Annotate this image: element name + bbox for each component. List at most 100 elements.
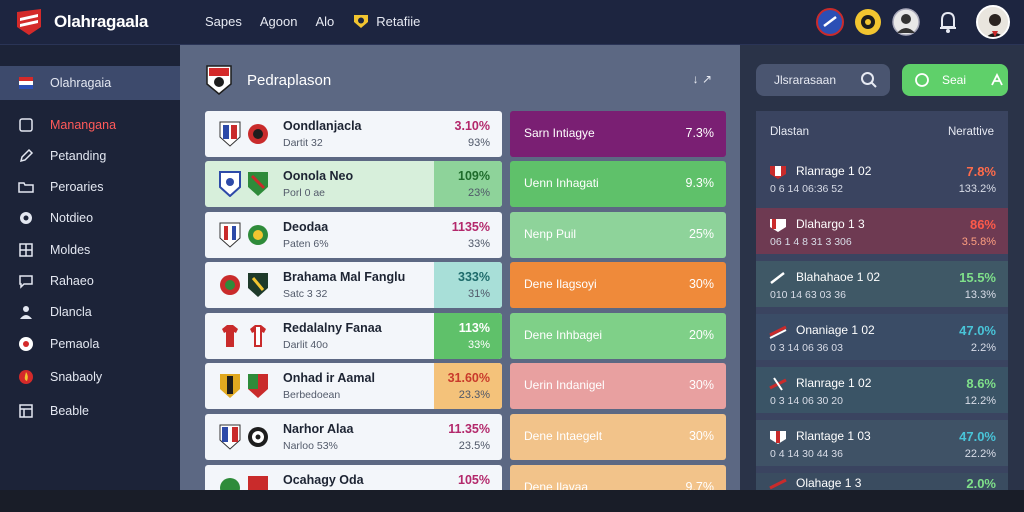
sidebar-item-peroaries[interactable]: Peroaries bbox=[0, 172, 180, 202]
gear-icon bbox=[20, 212, 32, 224]
table-row[interactable]: Rlanrage 1 02 0 6 14 06:36 52 7.8% 133.2… bbox=[756, 155, 1008, 201]
sidebar: Olahragaia Manangana Petanding Peroaries… bbox=[0, 45, 180, 490]
row-name: Rlanrage 1 02 bbox=[796, 164, 872, 178]
odds-label: Dene Intaegelt bbox=[524, 429, 603, 443]
odds-value: 30% bbox=[688, 429, 714, 443]
stats-table: Dlastan Nerattive Rlanrage 1 02 0 6 14 0… bbox=[756, 111, 1008, 490]
sidebar-item-moldes[interactable]: Moldes bbox=[0, 235, 180, 265]
table-row[interactable]: Olahage 1 3 2.0% bbox=[756, 473, 1008, 490]
match-row[interactable]: Onhad ir Aamal Berbedoean 31.60% 23.3% bbox=[205, 363, 502, 409]
odds-bar[interactable]: Sarn Intiagye 7.3% bbox=[510, 111, 726, 157]
odds-bar[interactable]: Uerin Indanigel 30% bbox=[510, 363, 726, 409]
match-row[interactable]: Deodaa Paten 6% 1135% 33% bbox=[205, 212, 502, 258]
match-sub: Paten 6% bbox=[283, 238, 329, 250]
sidebar-item-petanding[interactable]: Petanding bbox=[0, 141, 180, 171]
odds-label: Nenp Puil bbox=[524, 227, 577, 241]
nav-link-retafiie[interactable]: Retafiie bbox=[376, 14, 420, 29]
club-badge-icon[interactable] bbox=[816, 8, 844, 36]
odds-bar[interactable]: Uenn Inhagati 9.3% bbox=[510, 161, 726, 207]
row-name: Rlanrage 1 02 bbox=[796, 376, 872, 390]
sidebar-item-snabaoly[interactable]: Snabaoly bbox=[0, 362, 180, 392]
row-code: 0 3 14 06 30 20 bbox=[770, 395, 843, 407]
row-sub: 2.2% bbox=[970, 342, 996, 354]
table-row[interactable]: Blahahaoe 1 02 010 14 63 03 36 15.5% 13.… bbox=[756, 261, 1008, 307]
pct-box: 11.35% 23.5% bbox=[434, 414, 502, 460]
row-sub: 3.5.8% bbox=[961, 236, 996, 248]
nav-link-agoon[interactable]: Agoon bbox=[260, 14, 298, 29]
odds-bar[interactable]: Nenp Puil 25% bbox=[510, 212, 726, 258]
match-name: Onhad ir Aamal bbox=[283, 371, 375, 385]
brand[interactable]: Olahragaala bbox=[14, 6, 148, 38]
sidebar-item-label: Pemaola bbox=[50, 337, 100, 351]
trophy-badge-icon[interactable] bbox=[854, 8, 882, 36]
nav-link-sapes[interactable]: Sapes bbox=[205, 14, 242, 29]
chat-bubble-icon bbox=[915, 73, 929, 87]
match-pct: 113% bbox=[458, 321, 490, 335]
row-code: 0 4 14 30 44 36 bbox=[770, 448, 843, 460]
sidebar-item-olahragaia[interactable]: Olahragaia bbox=[0, 66, 180, 100]
match-pct: 11.35% bbox=[448, 422, 490, 436]
panel-title: Pedraplason bbox=[247, 71, 332, 89]
brand-name: Olahragaala bbox=[54, 12, 149, 31]
match-sub: Narloo 53% bbox=[283, 440, 338, 452]
sidebar-item-pemaola[interactable]: Pemaola bbox=[0, 329, 180, 359]
odds-value: 7.3% bbox=[685, 126, 715, 140]
row-code: 06 1 4 8 31 3 306 bbox=[770, 236, 852, 248]
seai-button[interactable]: Seai bbox=[902, 64, 1008, 96]
ball-icon bbox=[19, 337, 33, 351]
nav-link-alo[interactable]: Alo bbox=[315, 14, 334, 29]
sidebar-item-dlancla[interactable]: Dlancla bbox=[0, 297, 180, 327]
footer-bar bbox=[0, 490, 1024, 512]
match-pct: 3.10% bbox=[454, 119, 490, 133]
odds-bar[interactable]: Dene Intaegelt 30% bbox=[510, 414, 726, 460]
sidebar-item-manangana[interactable]: Manangana bbox=[0, 110, 180, 140]
match-row[interactable]: Narhor Alaa Narloo 53% 11.35% 23.5% bbox=[205, 414, 502, 460]
sidebar-item-label: Dlancla bbox=[50, 305, 92, 319]
match-row[interactable]: Redalalny Fanaa Darlit 40o 113% 33% bbox=[205, 313, 502, 359]
match-row[interactable]: Oonola Neo Porl 0 ae 109% 23% bbox=[205, 161, 502, 207]
row-pct: 7.8% bbox=[966, 164, 996, 179]
top-bar: Olahragaala Sapes Agoon Alo Retafiie bbox=[0, 0, 1024, 45]
matches-panel: Pedraplason ↓ ↗ Oondlanjacla Dartit 32 3… bbox=[180, 45, 740, 495]
table-row[interactable]: Rlantage 1 03 0 4 14 30 44 36 47.0% 22.2… bbox=[756, 420, 1008, 466]
user-avatar[interactable] bbox=[976, 5, 1010, 39]
sidebar-item-notdieo[interactable]: Notdieo bbox=[0, 203, 180, 233]
match-sub: Dartit 32 bbox=[283, 137, 323, 149]
team-flag-icon bbox=[770, 219, 786, 232]
odds-bar[interactable]: Dene Inhbagei 20% bbox=[510, 313, 726, 359]
sidebar-item-label: Manangana bbox=[50, 118, 117, 132]
stats-panel: Jlsrarasaan Seai Dlastan Nerattive Rlanr… bbox=[740, 45, 1024, 490]
profile-badge-icon[interactable] bbox=[892, 8, 920, 36]
match-pct-sub: 93% bbox=[467, 137, 490, 149]
match-sub: Berbedoean bbox=[283, 389, 341, 401]
odds-label: Uenn Inhagati bbox=[524, 176, 599, 190]
team-crest-icon bbox=[219, 171, 241, 197]
team-crest-icon bbox=[220, 374, 240, 398]
table-row[interactable]: Dlahargo 1 3 06 1 4 8 31 3 306 86% 3.5.8… bbox=[756, 208, 1008, 254]
table-row[interactable]: Rlanrage 1 02 0 3 14 06 30 20 8.6% 12.2% bbox=[756, 367, 1008, 413]
flag-icon bbox=[19, 77, 33, 89]
sidebar-item-label: Moldes bbox=[50, 243, 91, 257]
chat-icon bbox=[19, 275, 33, 289]
sidebar-item-beable[interactable]: Beable bbox=[0, 396, 180, 426]
table-row[interactable]: Onaniage 1 02 0 3 14 06 36 03 47.0% 2.2% bbox=[756, 314, 1008, 360]
sidebar-item-label: Beable bbox=[50, 404, 89, 418]
square-icon bbox=[19, 118, 33, 132]
match-name: Ocahagy Oda bbox=[283, 473, 364, 487]
pencil-icon bbox=[19, 148, 34, 163]
sidebar-item-label: Petanding bbox=[50, 149, 107, 163]
row-code: 0 3 14 06 36 03 bbox=[770, 342, 843, 354]
match-row[interactable]: Oondlanjacla Dartit 32 3.10% 93% bbox=[205, 111, 502, 157]
row-pct: 47.0% bbox=[959, 323, 996, 338]
sidebar-item-rahaeo[interactable]: Rahaeo bbox=[0, 266, 180, 296]
row-pct: 86% bbox=[969, 217, 996, 232]
row-name: Olahage 1 3 bbox=[796, 476, 862, 490]
match-row[interactable]: Brahama Mal Fanglu Satc 3 32 333% 31% bbox=[205, 262, 502, 308]
search-icon bbox=[861, 72, 877, 88]
sort-toggle[interactable]: ↓ ↗ bbox=[693, 72, 712, 86]
search-input[interactable]: Jlsrarasaan bbox=[756, 64, 890, 96]
row-pct: 15.5% bbox=[959, 270, 996, 285]
bell-icon[interactable] bbox=[934, 8, 962, 36]
table-header-left: Dlastan bbox=[770, 126, 809, 138]
odds-bar[interactable]: Dene Ilagsoyi 30% bbox=[510, 262, 726, 308]
